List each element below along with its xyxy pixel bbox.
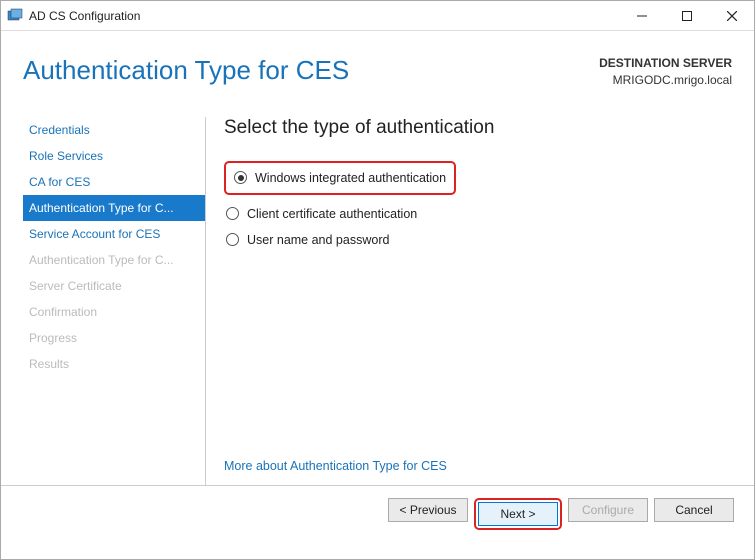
highlight-box-radio: Windows integrated authentication: [224, 161, 456, 195]
next-button[interactable]: Next >: [478, 502, 558, 526]
destination-label: DESTINATION SERVER: [599, 55, 732, 72]
minimize-button[interactable]: [619, 1, 664, 30]
sidebar-item-results: Results: [23, 351, 205, 377]
footer: < Previous Next > Configure Cancel: [1, 485, 754, 542]
radio-icon: [226, 207, 239, 220]
sidebar-item-credentials[interactable]: Credentials: [23, 117, 205, 143]
destination-info: DESTINATION SERVER MRIGODC.mrigo.local: [599, 55, 732, 89]
highlight-box-next: Next >: [474, 498, 562, 530]
cancel-button[interactable]: Cancel: [654, 498, 734, 522]
page-title: Authentication Type for CES: [23, 55, 599, 89]
app-icon: [7, 8, 23, 24]
sidebar-item-service-account[interactable]: Service Account for CES: [23, 221, 205, 247]
sidebar-item-auth-type-2: Authentication Type for C...: [23, 247, 205, 273]
destination-server: MRIGODC.mrigo.local: [599, 72, 732, 89]
sidebar-item-role-services[interactable]: Role Services: [23, 143, 205, 169]
sidebar: Credentials Role Services CA for CES Aut…: [23, 117, 206, 485]
radio-icon: [234, 171, 247, 184]
radio-icon: [226, 233, 239, 246]
radio-username-password[interactable]: User name and password: [224, 227, 730, 253]
auth-type-radio-group: Windows integrated authentication Client…: [224, 161, 730, 253]
configure-button: Configure: [568, 498, 648, 522]
radio-label: Client certificate authentication: [247, 207, 417, 221]
radio-label: User name and password: [247, 233, 389, 247]
titlebar: AD CS Configuration: [1, 1, 754, 31]
close-button[interactable]: [709, 1, 754, 30]
more-about-link[interactable]: More about Authentication Type for CES: [224, 439, 730, 485]
header: Authentication Type for CES DESTINATION …: [1, 31, 754, 99]
content-heading: Select the type of authentication: [224, 117, 730, 139]
sidebar-item-confirmation: Confirmation: [23, 299, 205, 325]
sidebar-item-ca-for-ces[interactable]: CA for CES: [23, 169, 205, 195]
radio-label: Windows integrated authentication: [255, 171, 446, 185]
content-pane: Select the type of authentication Window…: [206, 117, 754, 485]
sidebar-item-server-cert: Server Certificate: [23, 273, 205, 299]
radio-client-certificate[interactable]: Client certificate authentication: [224, 201, 730, 227]
sidebar-item-progress: Progress: [23, 325, 205, 351]
window-controls: [619, 1, 754, 30]
previous-button[interactable]: < Previous: [388, 498, 468, 522]
radio-windows-integrated[interactable]: Windows integrated authentication: [232, 165, 448, 191]
window-title: AD CS Configuration: [29, 9, 140, 23]
maximize-button[interactable]: [664, 1, 709, 30]
sidebar-item-auth-type-ces[interactable]: Authentication Type for C...: [23, 195, 205, 221]
